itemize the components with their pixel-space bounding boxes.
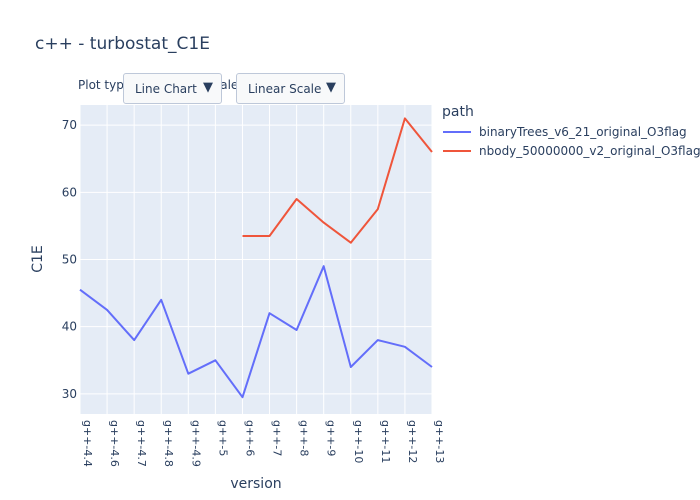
- legend-swatch: [443, 150, 471, 152]
- line-chart: g++-4.4 g++-4.6 g++-4.7 g++-4.8 g++-4.9 g++-5…: [30, 105, 446, 492]
- triangle-down-icon: ▼: [326, 80, 336, 95]
- scale-value: Linear Scale: [248, 82, 322, 96]
- legend-label: binaryTrees_v6_21_original_O3flag: [479, 125, 687, 139]
- x-tick-label: g++-4.8: [162, 420, 175, 467]
- x-tick-label: g++-8: [298, 420, 311, 456]
- x-tick-label: g++-7: [271, 420, 284, 456]
- x-tick-label: g++-4.9: [189, 420, 202, 467]
- y-tick-labels: 30 40 50 60 70: [62, 118, 77, 401]
- y-tick-label: 50: [62, 253, 77, 267]
- plot-type-dropdown[interactable]: Line Chart ▼: [123, 73, 222, 104]
- x-tick-label: g++-10: [352, 420, 365, 463]
- legend-item-nbody[interactable]: nbody_50000000_v2_original_O3flag: [443, 142, 700, 160]
- y-tick-label: 30: [62, 387, 77, 401]
- triangle-down-icon: ▼: [203, 80, 213, 95]
- x-axis-title: version: [230, 476, 281, 492]
- y-tick-label: 60: [62, 185, 77, 199]
- legend-label: nbody_50000000_v2_original_O3flag: [479, 144, 700, 158]
- y-tick-label: 70: [62, 118, 77, 132]
- x-tick-label: g++-13: [433, 420, 446, 463]
- plot-type-value: Line Chart: [135, 82, 197, 96]
- legend-title: path: [442, 104, 474, 120]
- x-tick-label: g++-11: [379, 420, 392, 463]
- y-tick-label: 40: [62, 320, 77, 334]
- legend-swatch: [443, 131, 471, 133]
- y-axis-title: C1E: [30, 245, 46, 273]
- x-tick-label: g++-5: [216, 420, 229, 456]
- x-tick-labels: g++-4.4 g++-4.6 g++-4.7 g++-4.8 g++-4.9 g++-5…: [81, 420, 446, 467]
- x-tick-label: g++-4.7: [135, 420, 148, 467]
- x-tick-label: g++-12: [406, 420, 419, 463]
- x-tick-label: g++-6: [243, 420, 256, 456]
- scale-dropdown[interactable]: Linear Scale ▼: [236, 73, 345, 104]
- x-tick-label: g++-9: [325, 420, 338, 456]
- x-tick-label: g++-4.6: [108, 420, 121, 467]
- x-tick-label: g++-4.4: [81, 420, 94, 467]
- legend-item-binarytrees[interactable]: binaryTrees_v6_21_original_O3flag: [443, 123, 687, 141]
